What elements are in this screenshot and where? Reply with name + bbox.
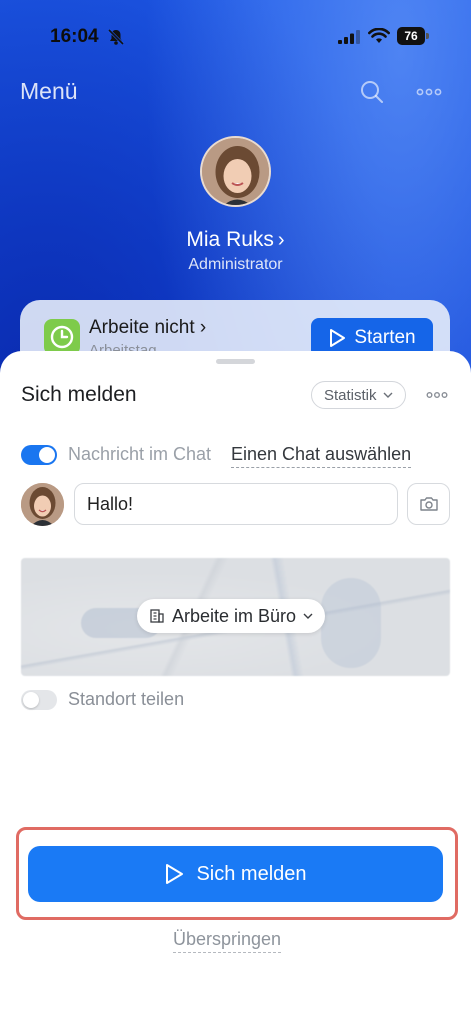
clock-icon (44, 319, 80, 355)
location-mode-dropdown[interactable]: Arbeite im Büro (137, 599, 326, 633)
location-mode-label: Arbeite im Büro (172, 605, 297, 626)
chevron-down-icon (383, 392, 393, 398)
battery-level: 76 (397, 27, 425, 45)
skip-link[interactable]: Überspringen (173, 929, 282, 953)
search-icon[interactable] (360, 80, 384, 104)
avatar[interactable] (200, 136, 271, 207)
status-bar: 16:04 76 (0, 24, 471, 52)
chevron-right-icon: › (277, 229, 285, 251)
avatar (21, 483, 64, 526)
camera-icon (419, 497, 438, 511)
select-chat-link[interactable]: Einen Chat auswählen (231, 444, 412, 468)
status-time: 16:04 (50, 26, 99, 47)
work-status-label: Arbeite nicht › (89, 317, 207, 338)
user-role: Administrator (188, 256, 283, 273)
chat-message-toggle[interactable] (21, 445, 57, 465)
signal-icon (338, 30, 360, 44)
chat-message-label: Nachricht im Chat (68, 444, 212, 464)
checkin-button[interactable]: Sich melden (28, 846, 443, 902)
bell-off-icon (107, 28, 125, 46)
share-location-toggle[interactable] (21, 690, 57, 710)
message-input[interactable] (74, 483, 398, 525)
user-name: Mia Ruks (186, 228, 274, 251)
start-button-label: Starten (354, 327, 416, 348)
statistics-dropdown[interactable]: Statistik (311, 381, 406, 409)
more-icon[interactable] (426, 389, 448, 401)
camera-button[interactable] (407, 483, 450, 525)
play-icon (166, 864, 184, 884)
wifi-icon (368, 28, 390, 43)
user-name-link[interactable]: Mia Ruks › (0, 228, 471, 252)
chevron-down-icon (303, 613, 313, 619)
page-title: Menü (20, 78, 78, 104)
share-location-label: Standort teilen (68, 689, 185, 709)
sheet-grabber[interactable] (216, 359, 255, 364)
building-icon (150, 609, 164, 623)
sheet-title: Sich melden (21, 383, 137, 406)
battery-icon: 76 (397, 27, 429, 45)
more-icon[interactable] (416, 84, 442, 100)
play-icon (330, 329, 346, 347)
checkin-button-label: Sich melden (196, 862, 307, 885)
checkin-sheet: Sich melden Statistik Nachricht im Chat … (0, 351, 471, 1024)
statistics-label: Statistik (324, 386, 377, 404)
